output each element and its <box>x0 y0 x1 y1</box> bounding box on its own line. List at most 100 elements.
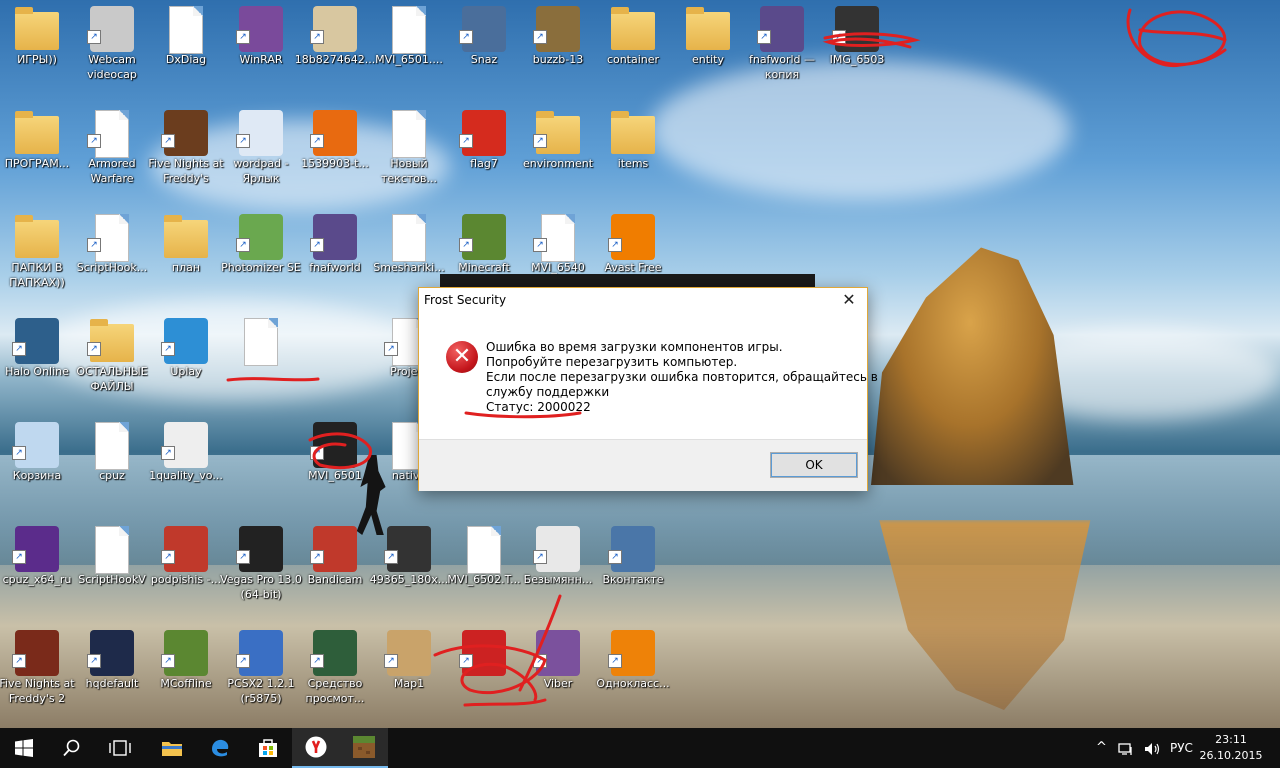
desktop-icon-label: Halo Online <box>5 365 69 378</box>
desktop-icon-label: 18b8274642... <box>294 53 376 66</box>
desktop-icon[interactable]: ↗ Halo Online <box>0 312 74 410</box>
desktop-icon[interactable]: ↗ fnafworld <box>298 208 372 306</box>
desktop-icon[interactable]: ↗ Вконтакте <box>596 520 670 618</box>
desktop-icon[interactable]: ↗ ОСТАЛЬНЫЕ ФАЙЛЫ <box>75 312 149 410</box>
network-icon[interactable] <box>1118 728 1134 768</box>
clock[interactable]: 23:11 26.10.2015 <box>1196 732 1266 764</box>
desktop-icon-label: Вконтакте <box>602 573 664 586</box>
desktop-icon[interactable]: ScriptHookV <box>75 520 149 618</box>
app-icon <box>164 318 208 364</box>
desktop-icon[interactable]: ↗ IMG_6503 <box>820 0 894 98</box>
shortcut-arrow-icon: ↗ <box>236 30 250 44</box>
desktop-icon[interactable]: ↗ WinRAR <box>224 0 298 98</box>
dialog-footer: OK <box>419 439 867 491</box>
app-icon <box>15 630 59 676</box>
desktop-icon[interactable]: ПРОГРАМ... <box>0 104 74 202</box>
language-indicator[interactable]: РУС <box>1170 728 1193 768</box>
search-icon[interactable] <box>48 728 96 768</box>
desktop-icon[interactable]: ↗ podpishis -... <box>149 520 223 618</box>
yandex-browser-icon[interactable] <box>292 728 340 768</box>
desktop-icon[interactable] <box>224 312 298 410</box>
message-line: Ошибка во время загрузки компонентов игр… <box>486 340 783 354</box>
desktop-icon[interactable]: MVI_6502.T... <box>447 520 521 618</box>
shortcut-arrow-icon: ↗ <box>533 238 547 252</box>
desktop-icon[interactable]: ↗ 18b8274642... <box>295 0 375 98</box>
desktop-icon[interactable]: ↗ wordpad - Ярлык <box>224 104 298 202</box>
desktop-icon[interactable]: DxDiag <box>149 0 223 98</box>
edge-icon[interactable] <box>196 728 244 768</box>
desktop-icon[interactable]: ↗ buzzb-13 <box>521 0 595 98</box>
desktop-icon[interactable]: MVI_6501.... <box>372 0 446 98</box>
start-icon[interactable] <box>0 728 48 768</box>
file-explorer-icon[interactable] <box>148 728 196 768</box>
desktop-icon-label: items <box>617 157 649 170</box>
desktop-icon-label: podpishis -... <box>150 573 222 586</box>
desktop-icon[interactable]: ↗ Vegas Pro 13.0 (64-bit) <box>220 520 302 618</box>
desktop-icon-label: fnafworld <box>309 261 361 274</box>
task-view-icon[interactable] <box>96 728 144 768</box>
desktop-icon[interactable]: ↗ Безымянн... <box>521 520 595 618</box>
ok-button[interactable]: OK <box>770 452 858 478</box>
desktop-icon[interactable]: entity <box>671 0 745 98</box>
desktop-icon[interactable]: ↗ ScriptHook... <box>75 208 149 306</box>
desktop-icon[interactable]: ↗ Uplay <box>149 312 223 410</box>
app-icon <box>313 526 357 572</box>
desktop-icon[interactable]: ↗ Five Nights at Freddy's 2 <box>0 624 75 722</box>
desktop-icon[interactable]: ПАПКИ В ПАПКАХ)) <box>0 208 74 306</box>
desktop-icon[interactable]: ↗ Webcam videocap <box>75 0 149 98</box>
chevron-up-icon[interactable]: ^ <box>1096 728 1107 768</box>
desktop-icon[interactable]: ↗ cpuz_x64_ru <box>0 520 74 618</box>
desktop-icon[interactable]: items <box>596 104 670 202</box>
desktop-icon[interactable]: план <box>149 208 223 306</box>
desktop-icon[interactable]: cpuz <box>75 416 149 514</box>
desktop-icon[interactable]: ↗ Photomizer SE <box>221 208 301 306</box>
desktop-icon-label: Webcam videocap <box>87 53 137 81</box>
folder-icon <box>15 215 59 258</box>
app-icon <box>313 422 357 468</box>
app-icon <box>164 110 208 156</box>
desktop-icon[interactable]: ↗ Armored Warfare <box>75 104 149 202</box>
desktop-icon-label: 1539903-t... <box>301 157 369 170</box>
desktop-icon[interactable]: ↗ Five Nights at Freddy's <box>148 104 224 202</box>
store-icon[interactable] <box>244 728 292 768</box>
desktop-icon[interactable]: ↗ 1quality_vo... <box>149 416 223 514</box>
shortcut-arrow-icon: ↗ <box>310 30 324 44</box>
desktop-icon[interactable]: ↗ 49365_180x... <box>370 520 448 618</box>
desktop-icon[interactable]: ↗ hqdefault <box>75 624 149 722</box>
desktop-icon[interactable]: container <box>596 0 670 98</box>
app-icon <box>462 630 506 676</box>
desktop-icon[interactable]: ↗ environment <box>521 104 595 202</box>
desktop-icon-label: MCoffline <box>160 677 212 690</box>
desktop-icon-label: cpuz_x64_ru <box>2 573 72 586</box>
minecraft-icon[interactable] <box>340 728 388 768</box>
desktop-icon[interactable]: ↗ Viber <box>521 624 595 722</box>
desktop-icon[interactable]: ↗ Средство просмот... <box>298 624 372 722</box>
desktop-icon-label: Five Nights at Freddy's <box>148 157 224 185</box>
close-icon[interactable]: ✕ <box>837 290 861 310</box>
shortcut-arrow-icon: ↗ <box>87 238 101 252</box>
desktop-icon[interactable]: ↗ MVI_6501 <box>298 416 372 514</box>
desktop-icon[interactable]: ↗ Map1 <box>372 624 446 722</box>
desktop-icon[interactable]: ↗ 1539903-t... <box>298 104 372 202</box>
desktop-icon-label: Uplay <box>170 365 202 378</box>
desktop-icon[interactable]: ↗ Однокласс... <box>596 624 670 722</box>
app-icon <box>611 630 655 676</box>
desktop-icon[interactable]: ↗ Корзина <box>0 416 74 514</box>
shortcut-arrow-icon: ↗ <box>236 134 250 148</box>
desktop-icon[interactable]: ИГРЫ)) <box>0 0 74 98</box>
desktop-icon[interactable]: ↗ <box>447 624 521 722</box>
desktop-icon[interactable]: ↗ PCSX2 1.2.1 (r5875) <box>224 624 298 722</box>
desktop-icon-label: ПРОГРАМ... <box>4 157 70 170</box>
desktop-icon[interactable]: ↗ Bandicam <box>298 520 372 618</box>
desktop-icon[interactable]: ↗ flag7 <box>447 104 521 202</box>
desktop-icon-label: wordpad - Ярлык <box>233 157 289 185</box>
shortcut-arrow-icon: ↗ <box>87 30 101 44</box>
desktop-icon[interactable]: ↗ Snaz <box>447 0 521 98</box>
desktop-icon[interactable]: Новый текстов... <box>372 104 446 202</box>
shortcut-arrow-icon: ↗ <box>161 134 175 148</box>
clock-time: 23:11 <box>1215 733 1247 746</box>
volume-icon[interactable] <box>1144 728 1160 768</box>
desktop-icon[interactable]: ↗ MCoffline <box>149 624 223 722</box>
desktop-icon[interactable]: ↗ fnafworld — копия <box>745 0 819 98</box>
app-icon <box>90 6 134 52</box>
